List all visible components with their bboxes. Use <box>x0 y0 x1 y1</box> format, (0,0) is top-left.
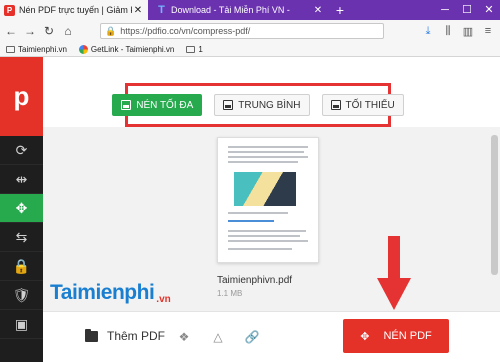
min-compression-icon <box>330 100 341 110</box>
window-controls: ─ ☐ ✕ <box>434 0 500 20</box>
back-icon[interactable]: ← <box>3 23 19 39</box>
mode-max-button[interactable]: NÉN TỐI ĐA <box>112 94 203 116</box>
close-icon[interactable]: ✕ <box>312 5 324 16</box>
tab-pdf-compress[interactable]: P Nén PDF trực tuyến | Giảm kích ✕ <box>0 0 148 20</box>
compress-pdf-button[interactable]: ✥ NÉN PDF <box>343 319 449 353</box>
bookmark-folder-1[interactable]: 1 <box>186 44 203 54</box>
image-icon[interactable]: ▣ <box>0 310 43 339</box>
doc-text-line <box>228 146 308 148</box>
file-size: 1.1 MB <box>217 289 243 298</box>
add-pdf-label: Thêm PDF <box>107 329 166 343</box>
bookmark-label: 1 <box>198 44 203 54</box>
toolbar-icons: ⤓ ⫼ ▥ ≡ <box>420 23 496 39</box>
mode-label: TỐI THIỂU <box>345 99 395 111</box>
pdfio-logo[interactable]: p <box>0 57 43 136</box>
split-icon[interactable]: ⇹ <box>0 165 43 194</box>
reload-icon[interactable]: ↻ <box>41 23 57 39</box>
doc-text-line <box>228 230 306 232</box>
bookmark-getlink[interactable]: GetLink - Taimienphi.vn <box>78 44 175 54</box>
folder-add-icon <box>85 328 98 342</box>
minimize-icon[interactable]: ─ <box>434 0 456 20</box>
doc-text-line <box>228 212 288 214</box>
taimienphi-watermark: Taimienphi .vn <box>50 280 171 306</box>
scrollbar[interactable] <box>491 135 498 275</box>
address-bar[interactable]: 🔒 https://pdfio.co/vn/compress-pdf/ <box>100 23 384 39</box>
doc-image <box>234 172 296 206</box>
max-compression-icon <box>121 100 132 110</box>
tool-sidebar: p ⟳ ⇹ ✥ ⇆ 🔒 🛡 ▣ <box>0 57 43 362</box>
mode-min-button[interactable]: TỐI THIỂU <box>321 94 404 116</box>
watermark-brand: Taimienphi <box>50 280 155 304</box>
doc-text-line <box>228 156 308 158</box>
add-pdf-button[interactable]: Thêm PDF <box>85 328 166 343</box>
download-icon[interactable]: ⤓ <box>420 23 436 39</box>
file-thumbnail[interactable] <box>217 137 319 263</box>
link-icon[interactable]: 🔗 <box>245 330 260 344</box>
doc-text-line <box>228 248 292 250</box>
annotation-arrow <box>377 236 411 310</box>
close-icon[interactable]: ✕ <box>132 5 144 16</box>
mode-label: NÉN TỐI ĐA <box>136 99 194 111</box>
bookmark-label: GetLink - Taimienphi.vn <box>90 44 175 54</box>
mode-medium-button[interactable]: TRUNG BÌNH <box>214 94 310 116</box>
taimienphi-favicon-icon: T <box>158 4 165 16</box>
forward-icon[interactable]: → <box>22 23 38 39</box>
doc-text-line <box>228 161 298 163</box>
doc-link-line <box>228 220 274 222</box>
lock-icon[interactable]: 🔒 <box>0 252 43 281</box>
bookmarks-bar: Taimienphi.vn GetLink - Taimienphi.vn 1 <box>0 42 500 57</box>
dropbox-icon[interactable]: ❖ <box>177 330 191 344</box>
compress-icon[interactable]: ✥ <box>0 194 43 223</box>
maximize-icon[interactable]: ☐ <box>456 0 478 20</box>
tab-label: Nén PDF trực tuyến | Giảm kích <box>19 5 132 15</box>
browser-tab-bar: P Nén PDF trực tuyến | Giảm kích ✕ T Dow… <box>0 0 500 20</box>
menu-icon[interactable]: ≡ <box>480 23 496 39</box>
google-icon <box>78 44 88 54</box>
lock-icon: 🔒 <box>105 25 117 36</box>
doc-text-line <box>228 151 304 153</box>
action-bar: Thêm PDF ❖ △ 🔗 ✥ NÉN PDF <box>43 311 500 362</box>
doc-text-line <box>228 235 300 237</box>
mode-label: TRUNG BÌNH <box>238 99 301 111</box>
main-content: NÉN TỐI ĐA TRUNG BÌNH TỐI THIỂU Taimienp… <box>43 57 500 362</box>
tab-download[interactable]: T Download - Tải Miễn Phí VN - ✕ <box>152 0 328 20</box>
bookmark-taimienphi[interactable]: Taimienphi.vn <box>6 45 67 54</box>
file-name: Taimienphivn.pdf <box>217 275 293 286</box>
new-tab-button[interactable]: + <box>332 0 348 20</box>
tab-label: Download - Tải Miễn Phí VN - <box>171 5 290 15</box>
watermark-suffix: .vn <box>156 294 171 305</box>
sidebar-toggle-icon[interactable]: ▥ <box>460 23 476 39</box>
pdfio-favicon-icon: P <box>4 4 15 16</box>
window-close-icon[interactable]: ✕ <box>478 0 500 20</box>
rotate-icon[interactable]: ⟳ <box>0 136 43 165</box>
medium-compression-icon <box>223 100 234 110</box>
google-drive-icon[interactable]: △ <box>211 330 225 344</box>
library-icon[interactable]: ⫼ <box>440 23 456 39</box>
navigation-bar: ← → ↻ ⌂ 🔒 https://pdfio.co/vn/compress-p… <box>0 20 500 42</box>
merge-icon[interactable]: ⇆ <box>0 223 43 252</box>
compress-label: NÉN PDF <box>383 330 432 342</box>
home-icon[interactable]: ⌂ <box>60 23 76 39</box>
compress-icon: ✥ <box>360 330 370 343</box>
bookmark-label: Taimienphi.vn <box>18 44 67 54</box>
url-text: https://pdfio.co/vn/compress-pdf/ <box>120 26 251 36</box>
shield-icon[interactable]: 🛡 <box>0 281 43 310</box>
doc-text-line <box>228 240 308 242</box>
folder-icon <box>6 45 15 53</box>
compression-mode-selector: NÉN TỐI ĐA TRUNG BÌNH TỐI THIỂU <box>112 83 404 127</box>
folder-icon <box>186 45 196 53</box>
